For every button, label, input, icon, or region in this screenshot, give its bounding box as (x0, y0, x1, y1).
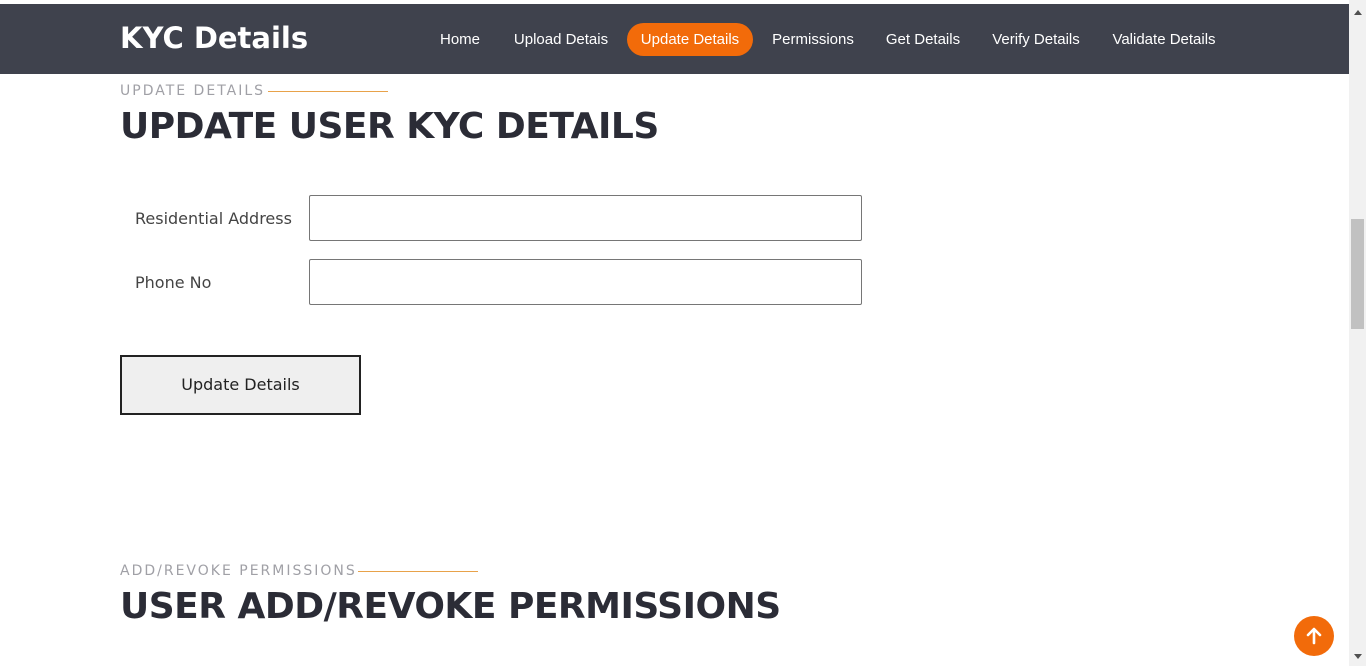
update-tag-divider (268, 91, 388, 92)
nav-permissions[interactable]: Permissions (768, 23, 858, 56)
scroll-thumb[interactable] (1351, 219, 1364, 329)
update-section-title: UPDATE USER KYC DETAILS (120, 106, 659, 147)
nav-validate-details[interactable]: Validate Details (1108, 23, 1220, 56)
residential-address-label: Residential Address (135, 209, 292, 228)
permissions-section-tag: ADD/REVOKE PERMISSIONS (120, 563, 357, 579)
permissions-section-title: USER ADD/REVOKE PERMISSIONS (120, 586, 781, 627)
triangle-up-icon (1353, 10, 1362, 15)
top-navbar: KYC Details Home Upload Detais Update De… (0, 4, 1349, 74)
update-details-button[interactable]: Update Details (120, 355, 361, 415)
triangle-down-icon (1353, 654, 1362, 659)
permissions-tag-divider (358, 571, 478, 572)
scroll-down-arrow[interactable] (1349, 649, 1366, 666)
phone-no-label: Phone No (135, 273, 212, 292)
nav-verify-details[interactable]: Verify Details (988, 23, 1084, 56)
back-to-top-button[interactable] (1294, 616, 1334, 656)
residential-address-input[interactable] (309, 195, 862, 241)
phone-no-input[interactable] (309, 259, 862, 305)
nav-home[interactable]: Home (436, 23, 484, 56)
arrow-up-icon (1306, 627, 1322, 645)
brand-title[interactable]: KYC Details (120, 21, 308, 55)
nav-update-details[interactable]: Update Details (627, 23, 753, 56)
update-section-tag: UPDATE DETAILS (120, 83, 266, 99)
nav-get-details[interactable]: Get Details (882, 23, 964, 56)
page-scrollbar[interactable] (1349, 0, 1366, 666)
nav-upload-details[interactable]: Upload Detais (510, 23, 612, 56)
scroll-up-arrow[interactable] (1349, 4, 1366, 21)
